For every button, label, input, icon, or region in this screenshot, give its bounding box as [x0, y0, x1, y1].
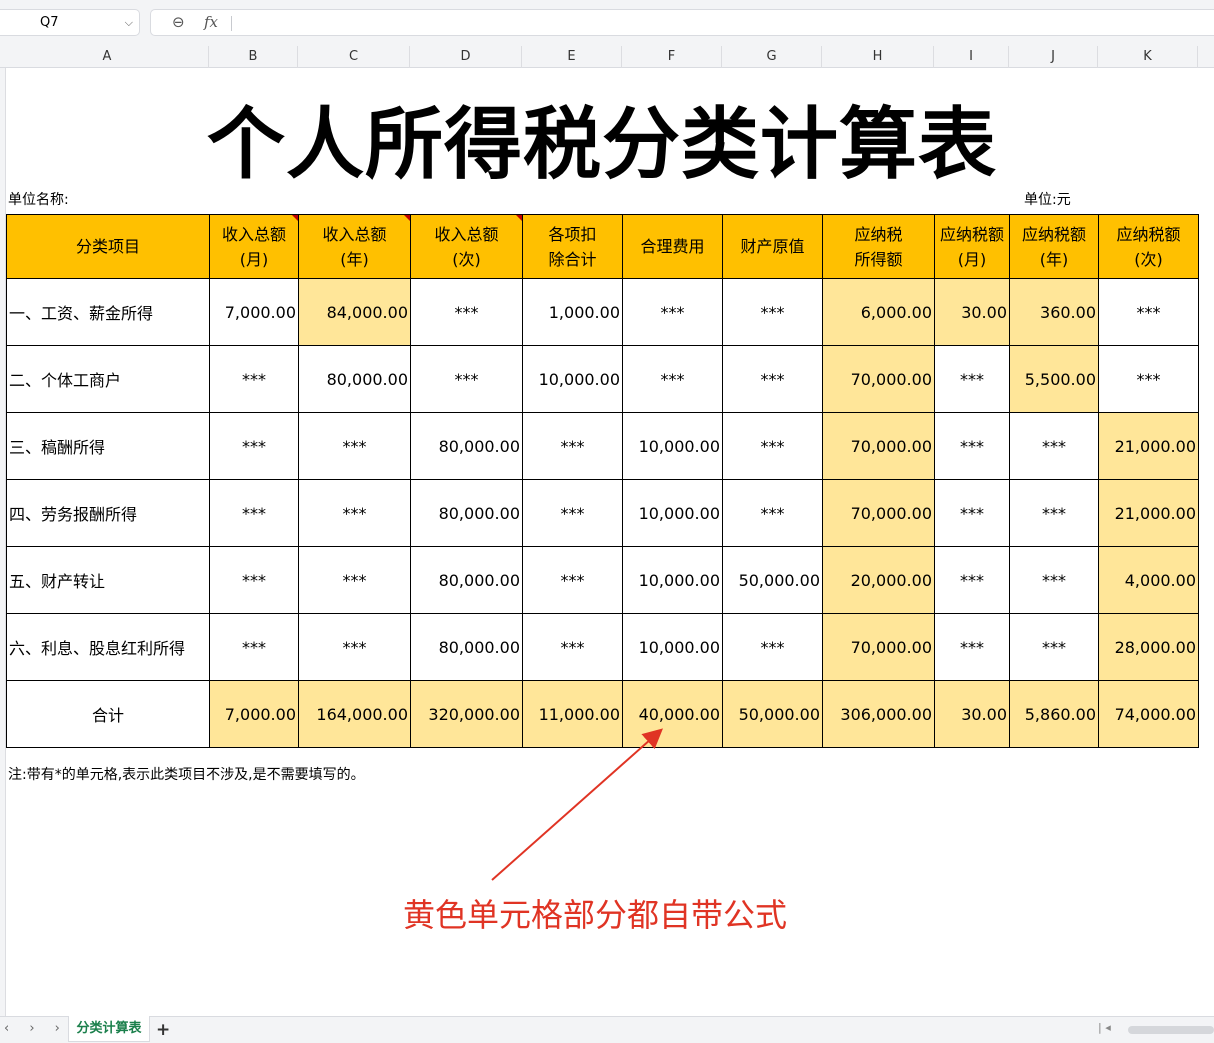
horizontal-scrollbar[interactable]: [1128, 1026, 1214, 1034]
annotation-arrow: [491, 728, 663, 881]
annotation-text: 黄色单元格部分都自带公式: [403, 896, 788, 934]
sheet-tab-bar: ‹ › ›| 分类计算表 + | ◂: [0, 1016, 1214, 1043]
add-sheet-button[interactable]: +: [156, 1020, 170, 1040]
sheet-tab[interactable]: 分类计算表: [68, 1016, 150, 1042]
scroll-left-icon[interactable]: | ◂: [1098, 1021, 1111, 1034]
